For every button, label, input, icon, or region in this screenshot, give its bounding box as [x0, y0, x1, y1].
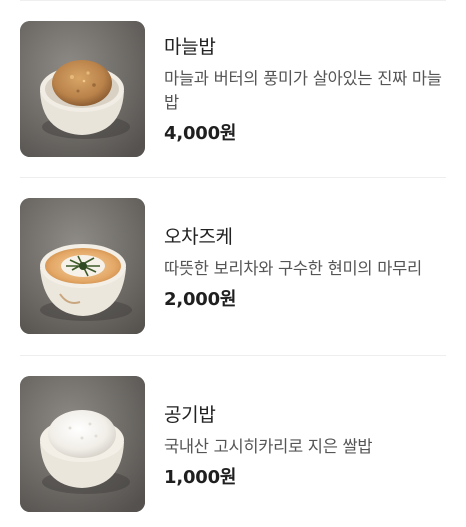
garlic-rice-bowl-image — [20, 21, 145, 157]
menu-item-garlic-rice[interactable]: 마늘밥 마늘과 버터의 풍미가 살아있는 진짜 마늘밥 4,000원 — [0, 0, 466, 178]
menu-item-description: 마늘과 버터의 풍미가 살아있는 진짜 마늘밥 — [164, 69, 442, 112]
menu-item-ochazuke[interactable]: 오차즈케 따뜻한 보리차와 구수한 현미의 마무리 2,000원 — [0, 178, 466, 356]
menu-item-price: 4,000원 — [164, 123, 237, 144]
menu-item-info: 오차즈케 따뜻한 보리차와 구수한 현미의 마무리 2,000원 — [164, 225, 444, 311]
menu-item-price: 2,000원 — [164, 289, 237, 310]
plain-rice-bowl-image — [20, 376, 145, 512]
menu-item-info: 마늘밥 마늘과 버터의 풍미가 살아있는 진짜 마늘밥 4,000원 — [164, 35, 444, 145]
menu-item-name: 공기밥 — [164, 404, 216, 426]
menu-item-name: 오차즈케 — [164, 226, 233, 248]
ochazuke-bowl-image — [20, 198, 145, 334]
menu-list: 마늘밥 마늘과 버터의 풍미가 살아있는 진짜 마늘밥 4,000원 오차즈케 … — [0, 0, 466, 527]
menu-item-info: 공기밥 국내산 고시히카리로 지은 쌀밥 1,000원 — [164, 403, 444, 489]
menu-item-description: 따뜻한 보리차와 구수한 현미의 마무리 — [164, 259, 422, 278]
menu-item-description: 국내산 고시히카리로 지은 쌀밥 — [164, 437, 373, 456]
menu-item-name: 마늘밥 — [164, 36, 216, 58]
menu-item-price: 1,000원 — [164, 467, 237, 488]
menu-item-plain-rice[interactable]: 공기밥 국내산 고시히카리로 지은 쌀밥 1,000원 — [0, 356, 466, 527]
